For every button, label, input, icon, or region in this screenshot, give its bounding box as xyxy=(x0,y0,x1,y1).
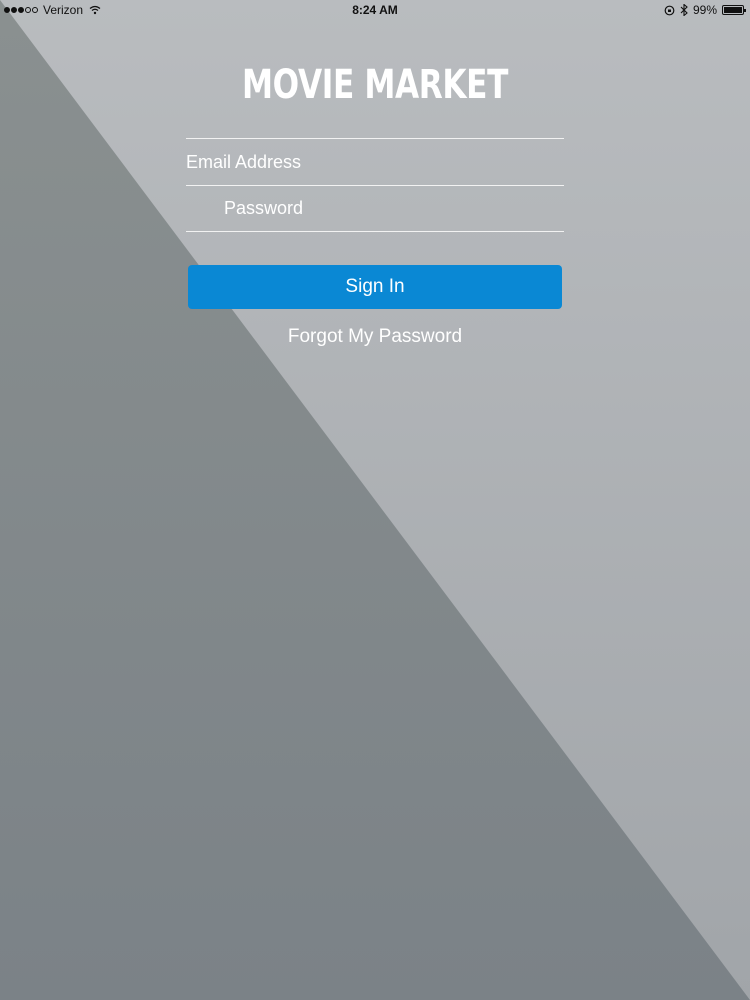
status-time: 8:24 AM xyxy=(352,3,398,17)
bluetooth-icon xyxy=(680,4,688,16)
battery-percent: 99% xyxy=(692,3,717,17)
sign-in-button[interactable]: Sign In xyxy=(188,265,562,309)
forgot-password-link[interactable]: Forgot My Password xyxy=(0,326,750,348)
orientation-lock-icon xyxy=(664,5,675,15)
status-bar: Verizon 8:24 AM 99% xyxy=(0,0,750,20)
divider-top xyxy=(186,138,564,139)
divider-bottom xyxy=(186,231,564,232)
app-title: MOVIE MARKET xyxy=(242,62,508,108)
status-right: 99% xyxy=(659,3,746,17)
email-field[interactable] xyxy=(186,140,564,184)
password-field[interactable] xyxy=(186,186,564,230)
battery-icon xyxy=(722,5,746,15)
